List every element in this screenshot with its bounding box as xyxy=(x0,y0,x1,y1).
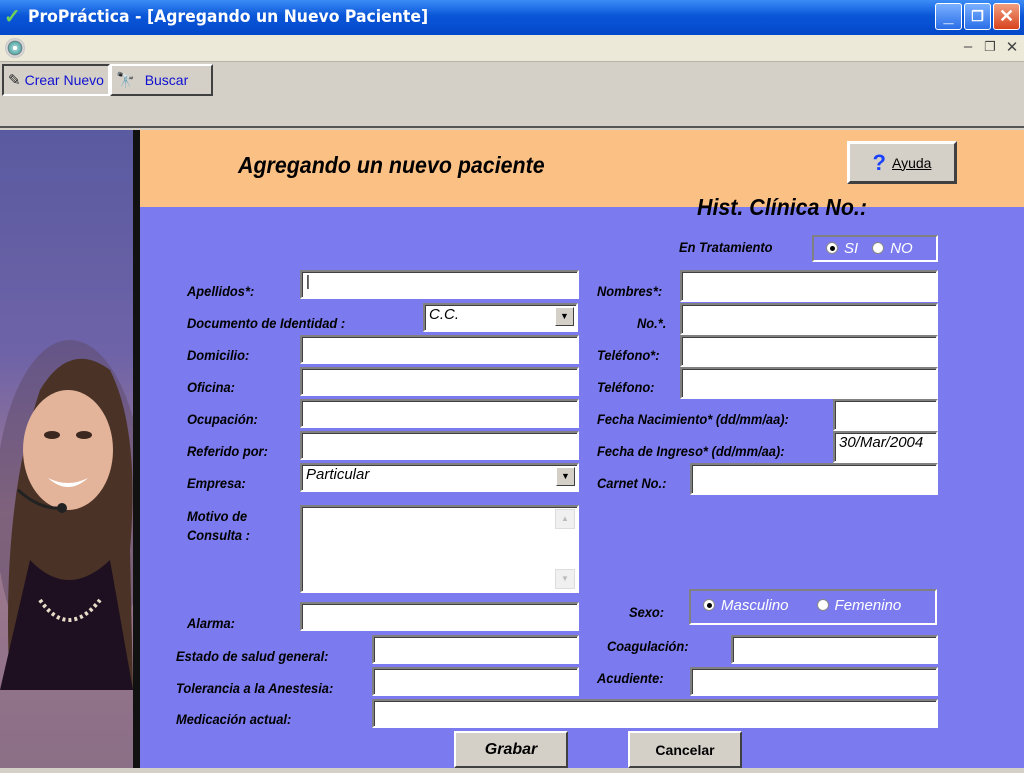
alarma-label: Alarma: xyxy=(187,615,235,631)
scroll-up-icon[interactable]: ▲ xyxy=(555,509,575,529)
estado-salud-label: Estado de salud general: xyxy=(176,648,329,664)
coagulacion-input[interactable] xyxy=(731,635,938,664)
motivo-label-2: Consulta : xyxy=(187,527,250,543)
side-photo-panel xyxy=(0,130,145,768)
apellidos-input[interactable]: | xyxy=(300,270,579,299)
maximize-button[interactable]: ❐ xyxy=(964,3,991,30)
mdi-close-button[interactable]: ✕ xyxy=(1002,38,1022,56)
minimize-button[interactable]: _ xyxy=(935,3,962,30)
motivo-textarea[interactable]: ▲ ▼ xyxy=(300,505,579,593)
domicilio-label: Domicilio: xyxy=(187,347,250,363)
empresa-value: Particular xyxy=(306,466,370,483)
medicacion-label: Medicación actual: xyxy=(176,711,292,727)
apellidos-label: Apellidos*: xyxy=(187,283,255,299)
telefono1-input[interactable] xyxy=(680,335,938,367)
history-number-label: Hist. Clínica No.: xyxy=(697,194,867,220)
medicacion-input[interactable] xyxy=(372,699,938,728)
cancel-button[interactable]: Cancelar xyxy=(628,731,742,768)
new-label: Crear Nuevo xyxy=(24,72,104,88)
domicilio-input[interactable] xyxy=(300,335,579,364)
treatment-yes-label: SI xyxy=(844,240,859,257)
telefono1-label: Teléfono*: xyxy=(597,347,660,363)
title-bar: ✓ ProPráctica - [Agregando un Nuevo Paci… xyxy=(0,0,1024,35)
sexo-radio-group: Masculino Femenino xyxy=(689,589,937,625)
fecha-nacimiento-input[interactable] xyxy=(833,399,938,431)
chevron-down-icon[interactable]: ▼ xyxy=(556,467,575,486)
documento-type-value: C.C. xyxy=(429,306,459,323)
acudiente-label: Acudiente: xyxy=(597,670,664,686)
oficina-label: Oficina: xyxy=(187,379,235,395)
empresa-label: Empresa: xyxy=(187,475,246,491)
fecha-ingreso-label: Fecha de Ingreso* (dd/mm/aa): xyxy=(597,443,785,459)
carnet-label: Carnet No.: xyxy=(597,475,667,491)
disc-icon[interactable] xyxy=(5,38,25,58)
sexo-femenino-radio[interactable] xyxy=(816,599,829,611)
numero-input[interactable] xyxy=(680,303,938,335)
referido-input[interactable] xyxy=(300,431,579,460)
toolbar: ✎ Crear Nuevo 🔭 Buscar xyxy=(0,62,1024,128)
close-icon: ✕ xyxy=(998,6,1015,26)
fecha-ingreso-input[interactable]: 30/Mar/2004 xyxy=(833,431,938,463)
mdi-restore-button[interactable]: ❐ xyxy=(980,39,1000,55)
treatment-no-radio[interactable] xyxy=(872,242,885,254)
nombres-input[interactable] xyxy=(680,270,938,302)
oficina-input[interactable] xyxy=(300,367,579,396)
form-header: Agregando un nuevo paciente ? Ayuda xyxy=(140,130,1024,207)
search-label: Buscar xyxy=(144,72,189,88)
sexo-label: Sexo: xyxy=(629,604,665,620)
treatment-no-label: NO xyxy=(890,240,913,257)
telefono2-input[interactable] xyxy=(680,367,938,399)
scroll-down-icon[interactable]: ▼ xyxy=(555,569,575,589)
mdi-minimize-button[interactable]: – xyxy=(958,38,978,55)
window-title: ProPráctica - [Agregando un Nuevo Pacien… xyxy=(28,7,429,27)
motivo-label: Motivo de xyxy=(187,508,248,524)
chevron-down-icon[interactable]: ▼ xyxy=(555,307,574,326)
app-checkmark-icon: ✓ xyxy=(4,6,21,28)
fecha-nacimiento-label: Fecha Nacimiento* (dd/mm/aa): xyxy=(597,411,789,427)
treatment-yes-radio[interactable] xyxy=(826,242,838,254)
sexo-masculino-label: Masculino xyxy=(721,597,789,614)
documento-label: Documento de Identidad : xyxy=(187,315,346,331)
telefono2-label: Teléfono: xyxy=(597,379,655,395)
minimize-icon: _ xyxy=(943,6,954,26)
panel-divider xyxy=(133,130,140,768)
close-button[interactable]: ✕ xyxy=(993,3,1020,30)
documento-type-select[interactable]: C.C. ▼ xyxy=(423,303,578,332)
referido-label: Referido por: xyxy=(187,443,268,459)
empresa-select[interactable]: Particular ▼ xyxy=(300,463,579,492)
tolerancia-label: Tolerancia a la Anestesia: xyxy=(176,680,334,696)
sexo-femenino-label: Femenino xyxy=(834,597,902,614)
receptionist-photo xyxy=(0,340,145,690)
help-button[interactable]: ? Ayuda xyxy=(847,141,957,184)
treatment-radio-group: SI NO xyxy=(812,235,938,262)
form-heading: Agregando un nuevo paciente xyxy=(238,152,545,178)
estado-salud-input[interactable] xyxy=(372,635,579,664)
new-button[interactable]: ✎ Crear Nuevo xyxy=(2,64,110,96)
acudiente-input[interactable] xyxy=(690,667,938,696)
coagulacion-label: Coagulación: xyxy=(607,638,689,654)
binoculars-icon: 🔭 xyxy=(116,72,135,89)
question-icon: ? xyxy=(872,149,886,175)
nombres-label: Nombres*: xyxy=(597,283,663,299)
search-button[interactable]: 🔭 Buscar xyxy=(110,64,213,96)
help-label: Ayuda xyxy=(892,154,932,171)
sexo-masculino-radio[interactable] xyxy=(703,599,715,611)
save-button[interactable]: Grabar xyxy=(454,731,568,768)
restore-icon: ❐ xyxy=(971,8,984,24)
menu-bar: – ❐ ✕ xyxy=(0,35,1024,62)
tolerancia-input[interactable] xyxy=(372,667,579,696)
carnet-input[interactable] xyxy=(690,463,938,495)
pen-icon: ✎ xyxy=(8,72,21,89)
ocupacion-label: Ocupación: xyxy=(187,411,258,427)
fecha-ingreso-value: 30/Mar/2004 xyxy=(839,434,924,451)
numero-label: No.*. xyxy=(637,315,667,331)
alarma-input[interactable] xyxy=(300,602,579,631)
treatment-label: En Tratamiento xyxy=(679,239,773,255)
ocupacion-input[interactable] xyxy=(300,399,579,428)
